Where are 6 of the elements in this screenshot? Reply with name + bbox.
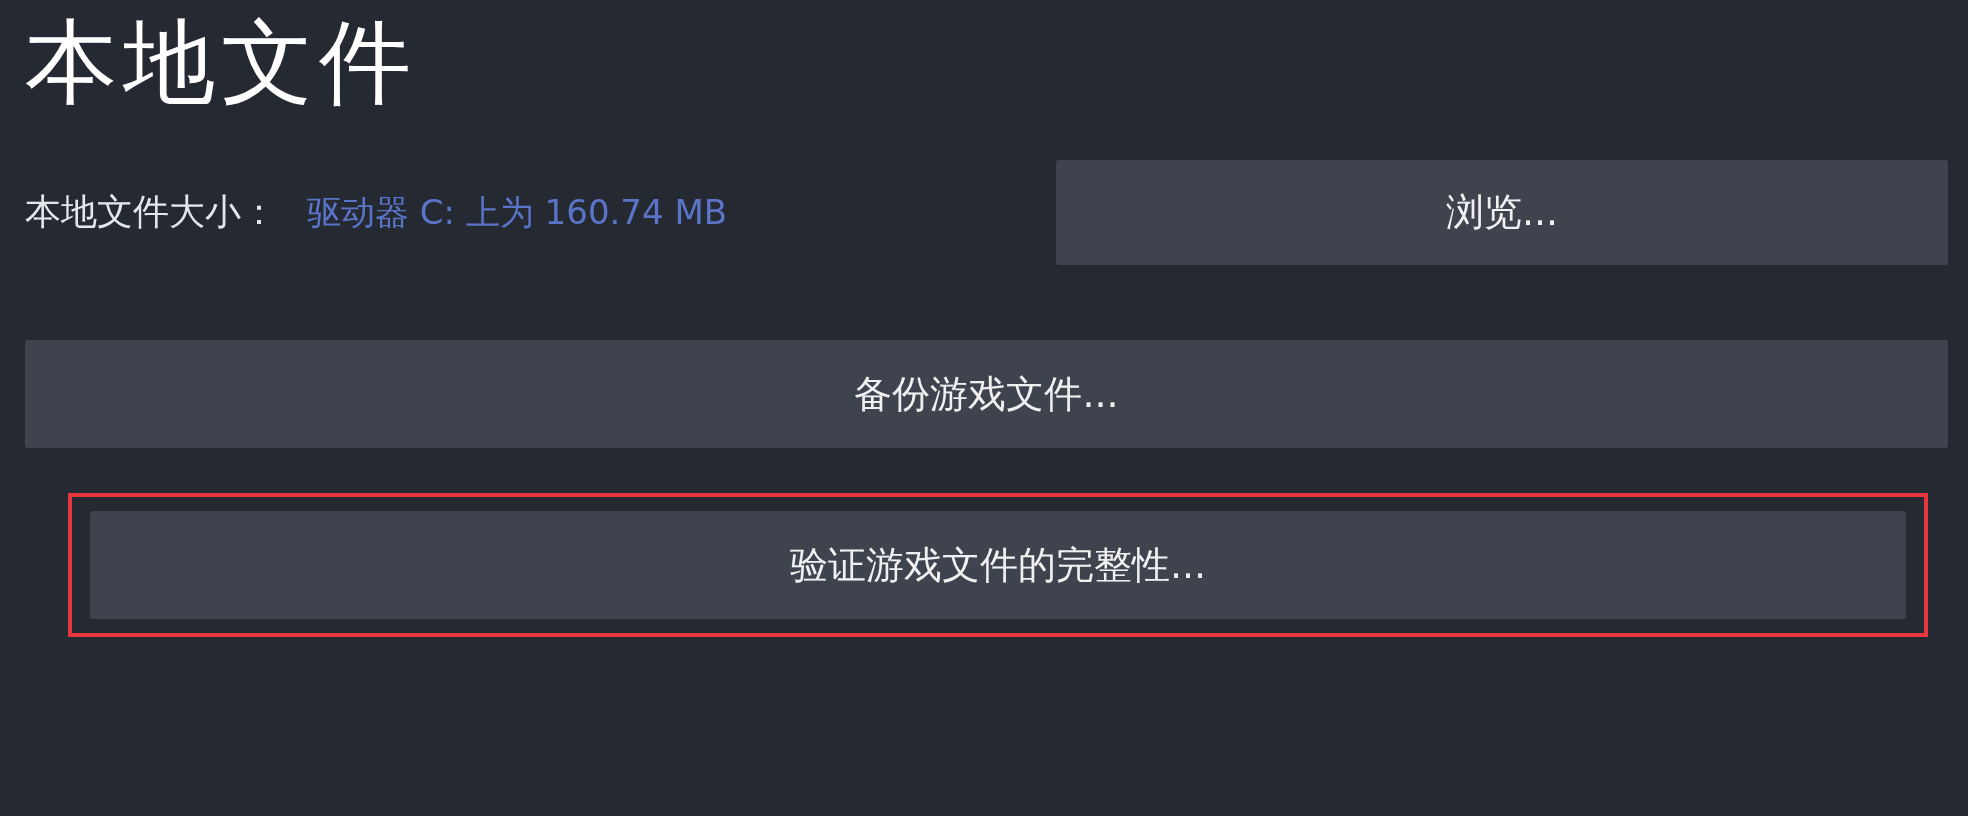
size-value: 驱动器 C: 上为 160.74 MB xyxy=(307,190,728,234)
page-title: 本地文件 xyxy=(25,11,418,116)
action-button[interactable]: 备份游戏文件... xyxy=(25,340,1948,449)
size-label: 本地文件大小： xyxy=(25,190,277,235)
browse-button[interactable]: 浏览... xyxy=(1056,160,1948,266)
action-button[interactable]: 验证游戏文件的完整性... xyxy=(90,511,1906,620)
